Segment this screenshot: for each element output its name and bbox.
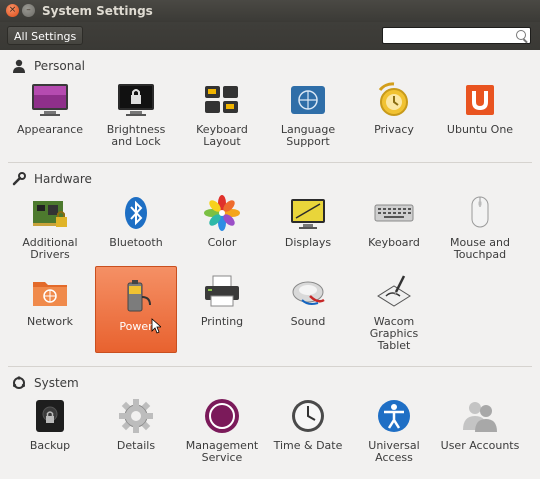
mouse-pointer-icon	[151, 318, 161, 334]
system-settings-window: × – System Settings All Settings Persona…	[0, 0, 540, 479]
item-label: Language Support	[280, 123, 336, 148]
close-icon: ×	[8, 5, 17, 15]
settings-item-bluetooth[interactable]: Bluetooth	[95, 183, 177, 269]
minimize-window-button[interactable]: –	[22, 4, 35, 17]
drivers-icon	[33, 201, 67, 227]
settings-item-power[interactable]: Power	[95, 266, 177, 353]
settings-item-displays[interactable]: Displays	[267, 183, 349, 269]
item-label: Keyboard Layout	[196, 123, 248, 148]
appearance-icon	[32, 84, 68, 116]
search-input[interactable]	[382, 27, 531, 44]
item-label: Brightness and Lock	[106, 123, 166, 148]
item-label: Mouse and Touchpad	[450, 236, 510, 261]
privacy-icon	[378, 82, 408, 116]
backup-icon	[36, 400, 64, 432]
clock-icon	[292, 400, 324, 432]
item-label: Ubuntu One	[446, 123, 514, 136]
ubuntu-one-icon	[466, 85, 494, 115]
settings-item-sound[interactable]: Sound	[267, 262, 349, 348]
sound-icon	[292, 281, 325, 305]
management-service-icon	[205, 399, 239, 433]
title-bar: × – System Settings	[0, 0, 540, 22]
user-accounts-icon	[463, 402, 497, 432]
section-divider	[8, 162, 532, 163]
network-icon	[33, 282, 67, 306]
all-settings-button[interactable]: All Settings	[7, 26, 84, 45]
item-label: Displays	[284, 236, 332, 249]
gear-icon	[119, 399, 153, 433]
keyboard-layout-icon	[205, 86, 238, 113]
item-label: Keyboard	[368, 236, 420, 249]
settings-item-additional-drivers[interactable]: Additional Drivers	[9, 183, 91, 269]
item-label: Appearance	[16, 123, 84, 136]
color-icon	[204, 195, 240, 231]
item-label: Bluetooth	[109, 236, 163, 249]
settings-item-ubuntu-one[interactable]: Ubuntu One	[439, 70, 521, 156]
section-divider	[8, 366, 532, 367]
mouse-icon	[471, 196, 489, 228]
item-label: Sound	[290, 315, 326, 328]
close-window-button[interactable]: ×	[6, 4, 19, 17]
item-label: Details	[116, 439, 156, 452]
item-label: Management Service	[185, 439, 259, 464]
settings-item-details[interactable]: Details	[95, 386, 177, 472]
item-label: Additional Drivers	[22, 236, 78, 261]
settings-item-mouse-touchpad[interactable]: Mouse and Touchpad	[439, 183, 521, 269]
language-support-icon	[291, 86, 325, 114]
item-label: Network	[27, 315, 73, 328]
wacom-tablet-icon	[377, 275, 411, 307]
settings-item-management-service[interactable]: Management Service	[181, 386, 263, 472]
minimize-icon: –	[26, 5, 31, 15]
item-label: Power	[119, 320, 153, 333]
bluetooth-icon	[125, 197, 147, 229]
window-title: System Settings	[42, 4, 153, 18]
settings-item-printing[interactable]: Printing	[181, 262, 263, 348]
item-label: Wacom Graphics Tablet	[369, 315, 419, 352]
settings-item-wacom-tablet[interactable]: Wacom Graphics Tablet	[353, 262, 435, 352]
keyboard-icon	[374, 204, 414, 222]
printer-icon	[205, 275, 239, 307]
item-label: Color	[207, 236, 237, 249]
power-icon	[127, 280, 151, 312]
settings-item-user-accounts[interactable]: User Accounts	[439, 386, 521, 472]
settings-item-keyboard-layout[interactable]: Keyboard Layout	[181, 70, 263, 156]
universal-access-icon	[378, 400, 410, 432]
settings-item-universal-access[interactable]: Universal Access	[353, 386, 435, 472]
settings-item-privacy[interactable]: Privacy	[353, 70, 435, 156]
item-label: Backup	[29, 439, 71, 452]
settings-item-appearance[interactable]: Appearance	[9, 70, 91, 156]
item-label: Printing	[200, 315, 244, 328]
item-label: Privacy	[374, 123, 414, 136]
settings-item-backup[interactable]: Backup	[9, 386, 91, 472]
settings-item-color[interactable]: Color	[181, 183, 263, 269]
settings-item-time-date[interactable]: Time & Date	[267, 386, 349, 472]
settings-item-keyboard[interactable]: Keyboard	[353, 183, 435, 269]
settings-item-language-support[interactable]: Language Support	[267, 70, 349, 156]
item-label: User Accounts	[440, 439, 520, 452]
item-label: Universal Access	[368, 439, 420, 464]
settings-item-network[interactable]: Network	[9, 262, 91, 348]
settings-item-brightness-lock[interactable]: Brightness and Lock	[95, 70, 177, 156]
toolbar: All Settings	[0, 22, 540, 50]
item-label: Time & Date	[273, 439, 343, 452]
displays-icon	[291, 199, 325, 229]
brightness-lock-icon	[118, 84, 154, 116]
search-icon	[516, 30, 526, 40]
